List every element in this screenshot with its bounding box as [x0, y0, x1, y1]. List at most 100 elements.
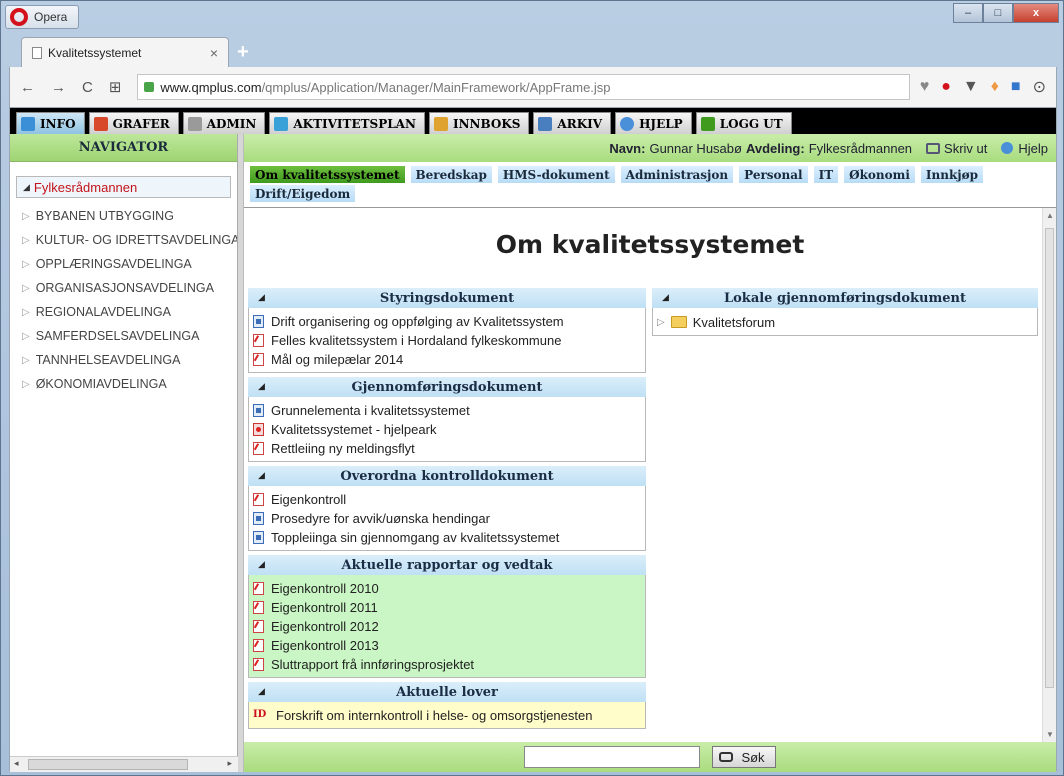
scroll-thumb[interactable] [1045, 228, 1054, 688]
reload-icon[interactable]: C [82, 79, 93, 96]
scroll-thumb[interactable] [28, 759, 188, 770]
collapse-toggle-icon[interactable]: ◢ [258, 471, 265, 481]
menu-hjelp[interactable]: HJELP [615, 112, 692, 134]
extensions: ♥ ● ▼ ♦ ■ ⊙ [920, 77, 1046, 97]
document-link[interactable]: Eigenkontroll 2010 [253, 579, 641, 598]
opera-icon[interactable]: ● [941, 78, 951, 96]
section-header[interactable]: ◢ Gjennomføringsdokument [248, 377, 646, 397]
speed-dial-icon[interactable]: ⊞ [109, 78, 122, 96]
download-icon[interactable]: ⊙ [1033, 77, 1046, 97]
collapsed-triangle-icon: ▷ [22, 306, 30, 318]
nav-item[interactable]: ▷ KULTUR- OG IDRETTSAVDELINGA [22, 228, 237, 252]
tab-close-icon[interactable]: × [210, 45, 218, 61]
url-field[interactable]: www.qmplus.com /qmplus/Application/Manag… [137, 74, 910, 100]
collapsed-triangle-icon[interactable]: ▷ [657, 317, 665, 328]
collapsed-triangle-icon: ▷ [22, 354, 30, 366]
nav-item[interactable]: ▷ ORGANISASJONSAVDELINGA [22, 276, 237, 300]
window-controls: – □ x [953, 3, 1059, 23]
nav-item[interactable]: ▷ OPPLÆRINGSAVDELINGA [22, 252, 237, 276]
document-link[interactable]: Grunnelementa i kvalitetssystemet [253, 401, 641, 420]
folder-icon [670, 316, 687, 328]
section-header[interactable]: ◢ Aktuelle rapportar og vedtak [248, 555, 646, 575]
nav-item[interactable]: ▷ BYBANEN UTBYGGING [22, 204, 237, 228]
help-button[interactable]: Hjelp [1001, 141, 1048, 156]
new-tab-button[interactable]: + [237, 41, 249, 64]
collapse-toggle-icon[interactable]: ◢ [258, 687, 265, 697]
document-link[interactable]: Eigenkontroll 2012 [253, 617, 641, 636]
document-link[interactable]: Prosedyre for avvik/uønska hendingar [253, 509, 641, 528]
menu-arkiv[interactable]: ARKIV [533, 112, 612, 134]
folder-item[interactable]: ▷ Kvalitetsforum [657, 312, 1033, 332]
badge-icon[interactable]: ■ [1011, 78, 1021, 96]
scroll-down-icon[interactable]: ▼ [1046, 730, 1054, 739]
browser-tab[interactable]: Kvalitetssystemet × [21, 37, 229, 67]
collapse-toggle-icon[interactable]: ◢ [258, 560, 265, 570]
section-header[interactable]: ◢ Styringsdokument [248, 288, 646, 308]
menu-logg-ut[interactable]: LOGG UT [695, 112, 792, 134]
navigator-title: NAVIGATOR [10, 134, 237, 162]
menu-aktivitetsplan[interactable]: AKTIVITETSPLAN [269, 112, 425, 134]
nav-item[interactable]: ▷ TANNHELSEAVDELINGA [22, 348, 237, 372]
tab-administrasjon[interactable]: Administrasjon [620, 166, 734, 183]
tab-hms-dokument[interactable]: HMS-dokument [497, 166, 615, 183]
tab-innkjop[interactable]: Innkjøp [920, 166, 984, 183]
document-link[interactable]: Felles kvalitetssystem i Hordaland fylke… [253, 331, 641, 350]
document-link[interactable]: Mål og milepælar 2014 [253, 350, 641, 369]
nav-item[interactable]: ▷ SAMFERDSELSAVDELINGA [22, 324, 237, 348]
pocket-icon[interactable]: ▼ [963, 78, 979, 96]
nav-item[interactable]: ▷ ØKONOMIAVDELINGA [22, 372, 237, 396]
menu-grafer[interactable]: GRAFER [88, 112, 179, 134]
heart-icon[interactable]: ♥ [920, 78, 930, 96]
close-window-button[interactable]: x [1013, 3, 1059, 23]
collapsed-triangle-icon: ▷ [22, 330, 30, 342]
forward-icon[interactable]: → [51, 79, 66, 96]
document-link[interactable]: Eigenkontroll 2013 [253, 636, 641, 655]
pdf-icon [253, 639, 264, 652]
scroll-up-icon[interactable]: ▲ [1046, 211, 1054, 220]
search-input[interactable] [524, 746, 701, 768]
back-icon[interactable]: ← [20, 79, 35, 96]
tab-it[interactable]: IT [813, 166, 839, 183]
print-button[interactable]: Skriv ut [926, 141, 987, 156]
search-button[interactable]: Søk [712, 746, 776, 768]
tab-okonomi[interactable]: Økonomi [844, 166, 915, 183]
extension-icon[interactable]: ♦ [991, 78, 999, 96]
navigator-horizontal-scrollbar[interactable]: ◂ ▸ [10, 756, 238, 772]
content-vertical-scrollbar[interactable]: ▲ ▼ [1042, 208, 1056, 742]
app-frame: INFO GRAFER ADMIN AKTIVITETSPLAN INNBOKS… [9, 107, 1057, 772]
collapse-toggle-icon[interactable]: ◢ [662, 293, 669, 303]
collapse-toggle-icon[interactable]: ◢ [258, 293, 265, 303]
tab-personal[interactable]: Personal [739, 166, 808, 183]
menu-info[interactable]: INFO [16, 112, 85, 134]
document-link[interactable]: Eigenkontroll 2011 [253, 598, 641, 617]
minimize-button[interactable]: – [953, 3, 983, 23]
nav-root-item[interactable]: ◢ Fylkesrådmannen [16, 176, 231, 198]
nav-item[interactable]: ▷ REGIONALAVDELINGA [22, 300, 237, 324]
maximize-button[interactable]: □ [983, 3, 1013, 23]
document-link[interactable]: Sluttrapport frå innføringsprosjektet [253, 655, 641, 674]
law-link[interactable]: ID Forskrift om internkontroll i helse- o… [253, 706, 641, 725]
section-header[interactable]: ◢ Lokale gjennomføringsdokument [652, 288, 1038, 308]
document-link[interactable]: Drift organisering og oppfølging av Kval… [253, 312, 641, 331]
tab-om-kvalitetssystemet[interactable]: Om kvalitetssystemet [250, 166, 405, 183]
document-link[interactable]: Eigenkontroll [253, 490, 641, 509]
tab-beredskap[interactable]: Beredskap [410, 166, 492, 183]
opera-menu-button[interactable]: Opera [5, 5, 79, 29]
menu-admin[interactable]: ADMIN [182, 112, 266, 134]
document-link[interactable]: Kvalitetssystemet - hjelpeark [253, 420, 641, 439]
scroll-right-icon[interactable]: ▸ [227, 758, 232, 769]
menu-innboks[interactable]: INNBOKS [428, 112, 530, 134]
scroll-left-icon[interactable]: ◂ [14, 758, 19, 769]
help-icon [1001, 142, 1014, 154]
section-header[interactable]: ◢ Aktuelle lover [248, 682, 646, 702]
nav-list: ▷ BYBANEN UTBYGGING ▷ KULTUR- OG IDRETTSAV… [10, 204, 237, 396]
opera-logo-icon [10, 8, 28, 26]
main-panel: Navn: Gunnar Husabø Avdeling: Fylkesrådm… [244, 134, 1056, 772]
document-link[interactable]: Toppleiinga sin gjennomgang av kvalitets… [253, 528, 641, 547]
section-body: Grunnelementa i kvalitetssystemet Kvalit… [248, 397, 646, 462]
collapse-toggle-icon[interactable]: ◢ [258, 382, 265, 392]
document-link[interactable]: Rettleiing ny meldingsflyt [253, 439, 641, 458]
section-header[interactable]: ◢ Overordna kontrolldokument [248, 466, 646, 486]
dept-value: Fylkesrådmannen [808, 140, 913, 156]
tab-drift-eigedom[interactable]: Drift/Eigedom [250, 185, 356, 202]
